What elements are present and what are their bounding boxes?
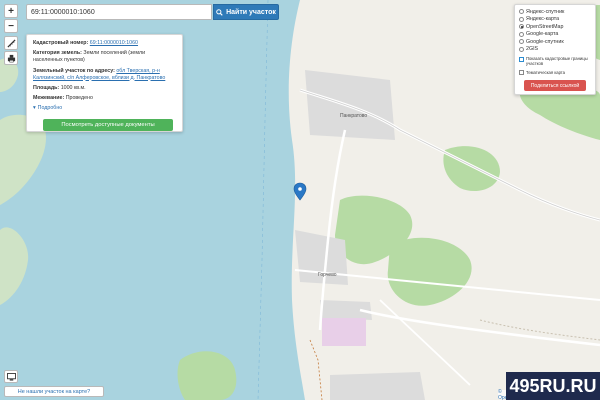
map-layer-panel: Яндекс-спутник Яндекс-карта OpenStreetMa… <box>514 4 596 95</box>
area-row: Площадь: 1000 кв.м. <box>33 85 176 92</box>
radio-selected-icon[interactable] <box>519 24 524 30</box>
layer-option-label: OpenStreetMap <box>526 23 564 30</box>
radio-icon[interactable] <box>519 46 524 52</box>
layer-option[interactable]: Google-спутник <box>519 38 591 46</box>
printer-icon <box>7 54 15 62</box>
caret-down-icon: ▾ <box>33 104 36 111</box>
monitor-icon <box>6 372 16 381</box>
layer-option-label: Google-спутник <box>526 38 564 45</box>
layer-option-label: Яндекс-спутник <box>526 8 565 15</box>
category-label: Категория земель: <box>33 50 82 57</box>
map-label-top: Панкратово <box>340 113 367 119</box>
print-button[interactable] <box>4 51 18 65</box>
search-button[interactable]: Найти участок <box>213 4 279 20</box>
layer-option-label: Яндекс-карта <box>526 16 560 23</box>
search-icon <box>216 8 223 16</box>
zoom-in-button[interactable]: + <box>4 4 18 18</box>
checkbox-icon[interactable] <box>519 70 524 75</box>
checkbox-icon[interactable] <box>519 56 524 62</box>
watermark-logo: 495RU.RU <box>506 372 600 400</box>
fullscreen-button[interactable] <box>4 370 18 383</box>
cadastral-borders-option[interactable]: Показать кадастровые границы участков <box>519 56 591 67</box>
ruler-icon <box>6 38 16 48</box>
radio-icon[interactable] <box>519 39 524 45</box>
layer-option[interactable]: OpenStreetMap <box>519 23 591 31</box>
cadastral-link[interactable]: 69:11:0000010:1060 <box>90 40 138 46</box>
radio-icon[interactable] <box>519 31 524 37</box>
layer-option-label: 2GIS <box>526 46 539 53</box>
thematic-map-option[interactable]: Тематическая карта <box>519 69 591 75</box>
cadastral-borders-label: Показать кадастровые границы участков <box>526 56 588 67</box>
search-input[interactable] <box>26 4 212 20</box>
address-label: Земельный участок по адресу: <box>33 67 115 74</box>
survey-value: Проведено <box>65 95 93 102</box>
layer-option[interactable]: Яндекс-спутник <box>519 8 591 16</box>
radio-icon[interactable] <box>519 9 524 15</box>
share-link-button[interactable]: Поделиться ссылкой <box>524 80 586 91</box>
zoom-out-button[interactable]: − <box>4 19 18 33</box>
more-details-link[interactable]: ▾ Подробно <box>33 105 176 112</box>
layer-option-label: Google-карта <box>526 31 559 38</box>
view-documents-button[interactable]: Посмотреть доступные документы <box>43 119 173 131</box>
thematic-map-label: Тематическая карта <box>526 69 566 75</box>
area-value: 1000 кв.м. <box>60 84 86 91</box>
survey-label: Межевание: <box>33 95 65 102</box>
radio-icon[interactable] <box>519 16 524 22</box>
layer-option[interactable]: Google-карта <box>519 31 591 39</box>
cadastral-label: Кадастровый номер: <box>33 40 89 46</box>
category-row: Категория земель: Земли поселений (земли… <box>33 50 176 64</box>
layer-option[interactable]: Яндекс-карта <box>519 16 591 24</box>
cadastral-row: Кадастровый номер: 69:11:0000010:1060 <box>33 40 176 47</box>
not-found-link[interactable]: Не нашли участок на карте? <box>4 386 104 397</box>
ruler-button[interactable] <box>4 36 18 50</box>
map-label-bottom: Горчево <box>318 272 337 278</box>
address-row: Земельный участок по адресу: обл Тверска… <box>33 68 176 82</box>
more-details-label: Подробно <box>37 104 63 111</box>
parcel-info-panel: Кадастровый номер: 69:11:0000010:1060 Ка… <box>26 34 183 132</box>
survey-row: Межевание: Проведено <box>33 95 176 102</box>
search-button-label: Найти участок <box>226 8 276 16</box>
layer-option[interactable]: 2GIS <box>519 46 591 54</box>
area-label: Площадь: <box>33 84 60 91</box>
